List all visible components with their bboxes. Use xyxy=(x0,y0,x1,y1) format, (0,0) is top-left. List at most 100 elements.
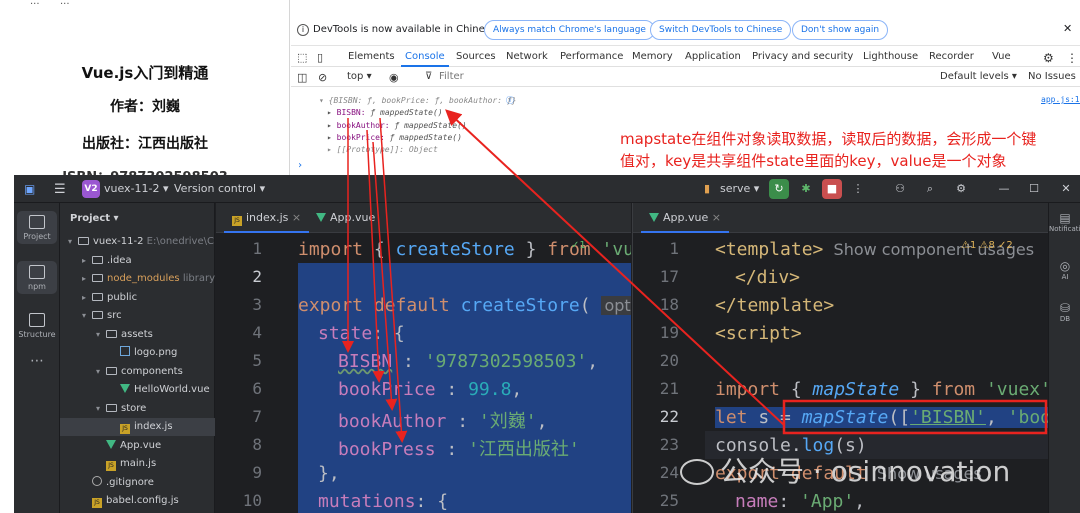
chevron-icon[interactable]: ▾ xyxy=(68,233,78,251)
tab-recorder[interactable]: Recorder xyxy=(929,51,974,62)
gear-icon[interactable]: ⚙ xyxy=(1043,51,1054,65)
tab-label: index.js xyxy=(246,211,289,224)
settings-icon[interactable]: ⚙ xyxy=(951,179,971,199)
punct: , xyxy=(511,379,523,400)
close-icon[interactable]: ✕ xyxy=(1063,22,1072,35)
tab-app-vue[interactable]: App.vue × xyxy=(641,203,729,233)
database-tool[interactable]: ⛁ DB xyxy=(1049,301,1080,323)
debug-icon[interactable]: ✱ xyxy=(796,179,816,199)
console-row-bookprice[interactable]: ▸ bookPrice: ƒ mappedState() xyxy=(327,133,462,142)
tree-item[interactable]: ▸ public xyxy=(60,289,215,307)
tool-structure[interactable]: Structure xyxy=(17,309,57,342)
clear-console-icon[interactable]: ⊘ xyxy=(318,71,327,84)
main-menu-icon[interactable]: ☰ xyxy=(54,182,66,197)
console-row-bisbn[interactable]: ▸ BISBN: ƒ mappedState() xyxy=(327,108,443,117)
tab-elements[interactable]: Elements xyxy=(348,51,395,62)
console-row-bookauthor[interactable]: ▸ bookAuthor: ƒ mappedState() xyxy=(327,121,467,130)
close-icon[interactable]: × xyxy=(712,211,721,224)
console-object-summary[interactable]: ▾ {BISBN: ƒ, bookPrice: ƒ, bookAuthor: ƒ… xyxy=(319,96,516,105)
always-match-language-button[interactable]: Always match Chrome's language xyxy=(484,20,655,40)
run-icon[interactable]: ↻ xyxy=(769,179,789,199)
console-prompt-icon[interactable]: › xyxy=(297,160,303,171)
console-source-link[interactable]: app.js:15 xyxy=(1041,95,1080,104)
js-file-icon: JS xyxy=(232,216,242,226)
tool-label: npm xyxy=(28,282,46,291)
tab-app-vue[interactable]: App.vue xyxy=(308,203,383,233)
eye-icon[interactable]: ◉ xyxy=(389,71,399,84)
book-title: Vue.js入门到精通 xyxy=(81,64,209,82)
close-icon[interactable]: × xyxy=(292,211,301,224)
maximize-icon[interactable]: ☐ xyxy=(1024,179,1044,199)
tree-item-label: store xyxy=(121,402,147,414)
tab-application[interactable]: Application xyxy=(685,51,741,62)
log-levels-dropdown[interactable]: Default levels ▾ xyxy=(940,71,1017,82)
run-config-selector[interactable]: serve ▾ xyxy=(720,182,759,195)
device-toolbar-icon[interactable]: ▯ xyxy=(317,51,323,64)
project-header[interactable]: Project ▾ xyxy=(70,213,119,224)
project-switcher[interactable]: vuex-11-2 ▾ xyxy=(104,182,169,195)
tab-console[interactable]: Console xyxy=(401,51,449,67)
inspect-element-icon[interactable]: ⬚ xyxy=(297,51,307,64)
tree-item[interactable]: ▾ assets xyxy=(60,326,215,344)
ai-tool[interactable]: ◎ AI xyxy=(1049,259,1080,281)
dont-show-again-button[interactable]: Don't show again xyxy=(792,20,889,40)
tree-item[interactable]: JS index.js xyxy=(60,418,215,436)
line-number: 3 xyxy=(252,295,262,314)
version-control-menu[interactable]: Version control ▾ xyxy=(174,182,265,195)
tree-item[interactable]: ▾ components xyxy=(60,363,215,381)
tab-lighthouse[interactable]: Lighthouse xyxy=(863,51,918,62)
tab-index-js[interactable]: JS index.js × xyxy=(224,203,310,233)
tree-item[interactable]: ▾ vuex-11-2 E:\onedrive\C xyxy=(60,233,215,251)
identifier: createStore xyxy=(460,295,580,316)
tree-item[interactable]: ▾ src xyxy=(60,307,215,325)
tree-item[interactable]: .gitignore xyxy=(60,474,215,492)
tree-item[interactable]: JS main.js xyxy=(60,455,215,473)
chevron-icon[interactable]: ▾ xyxy=(96,363,106,381)
chevron-icon[interactable]: ▸ xyxy=(82,289,92,307)
add-user-icon[interactable]: ⚇ xyxy=(890,179,910,199)
tab-privacy-security[interactable]: Privacy and security xyxy=(752,51,853,62)
tab-vue[interactable]: Vue xyxy=(992,51,1011,62)
line-number: 10 xyxy=(242,491,262,510)
editor-tab-bar: App.vue × xyxy=(633,203,1048,233)
tree-item[interactable]: logo.png xyxy=(60,344,215,362)
chevron-icon[interactable]: ▾ xyxy=(82,307,92,325)
punct: ([ xyxy=(888,407,911,428)
chevron-icon[interactable]: ▾ xyxy=(96,400,106,418)
tree-item[interactable]: HelloWorld.vue xyxy=(60,381,215,399)
console-row-prototype[interactable]: ▸ [[Prototype]]: Object xyxy=(327,145,438,154)
search-icon[interactable]: ⌕ xyxy=(920,179,940,199)
more-options-icon[interactable]: ⋮ xyxy=(1066,51,1078,65)
tab-sources[interactable]: Sources xyxy=(456,51,496,62)
chevron-icon[interactable]: ▾ xyxy=(96,326,106,344)
project-tool-window: Project ▾ ▾ vuex-11-2 E:\onedrive\C ▸ .idea… xyxy=(60,203,215,513)
more-tools-icon[interactable]: ⋯ xyxy=(17,353,57,369)
tree-item[interactable]: ▸ .idea xyxy=(60,252,215,270)
tab-network[interactable]: Network xyxy=(506,51,548,62)
tree-item[interactable]: App.vue xyxy=(60,437,215,455)
inspection-badges[interactable]: ⚠1 ⚠8 ✓2 xyxy=(961,240,1013,251)
folder-icon xyxy=(92,255,103,264)
tree-item[interactable]: JS babel.config.js xyxy=(60,492,215,510)
tool-project[interactable]: Project xyxy=(17,211,57,244)
chevron-icon[interactable]: ▸ xyxy=(82,270,92,288)
chevron-icon[interactable]: ▸ xyxy=(82,252,92,270)
minimize-icon[interactable]: — xyxy=(994,179,1014,199)
tab-memory[interactable]: Memory xyxy=(632,51,673,62)
punct: : { xyxy=(372,323,405,344)
code-line: BISBN : '9787302598503', xyxy=(338,351,598,372)
sidebar-toggle-icon[interactable]: ◫ xyxy=(297,71,307,84)
inspection-badge[interactable]: ✓1 xyxy=(571,240,586,251)
close-icon[interactable]: ✕ xyxy=(1056,179,1076,199)
notifications-tool[interactable]: ▤Notifications xyxy=(1049,211,1080,233)
tree-item[interactable]: ▸ node_modules library xyxy=(60,270,215,288)
tree-item[interactable]: ▾ store xyxy=(60,400,215,418)
tab-performance[interactable]: Performance xyxy=(560,51,623,62)
filter-input[interactable]: Filter xyxy=(439,71,464,82)
stop-icon[interactable]: ■ xyxy=(822,179,842,199)
switch-to-chinese-button[interactable]: Switch DevTools to Chinese xyxy=(650,20,792,40)
context-selector[interactable]: top ▾ xyxy=(347,71,372,82)
issues-counter[interactable]: No Issues xyxy=(1028,71,1076,82)
more-actions-icon[interactable]: ⋮ xyxy=(848,179,868,199)
tool-npm[interactable]: npm xyxy=(17,261,57,294)
